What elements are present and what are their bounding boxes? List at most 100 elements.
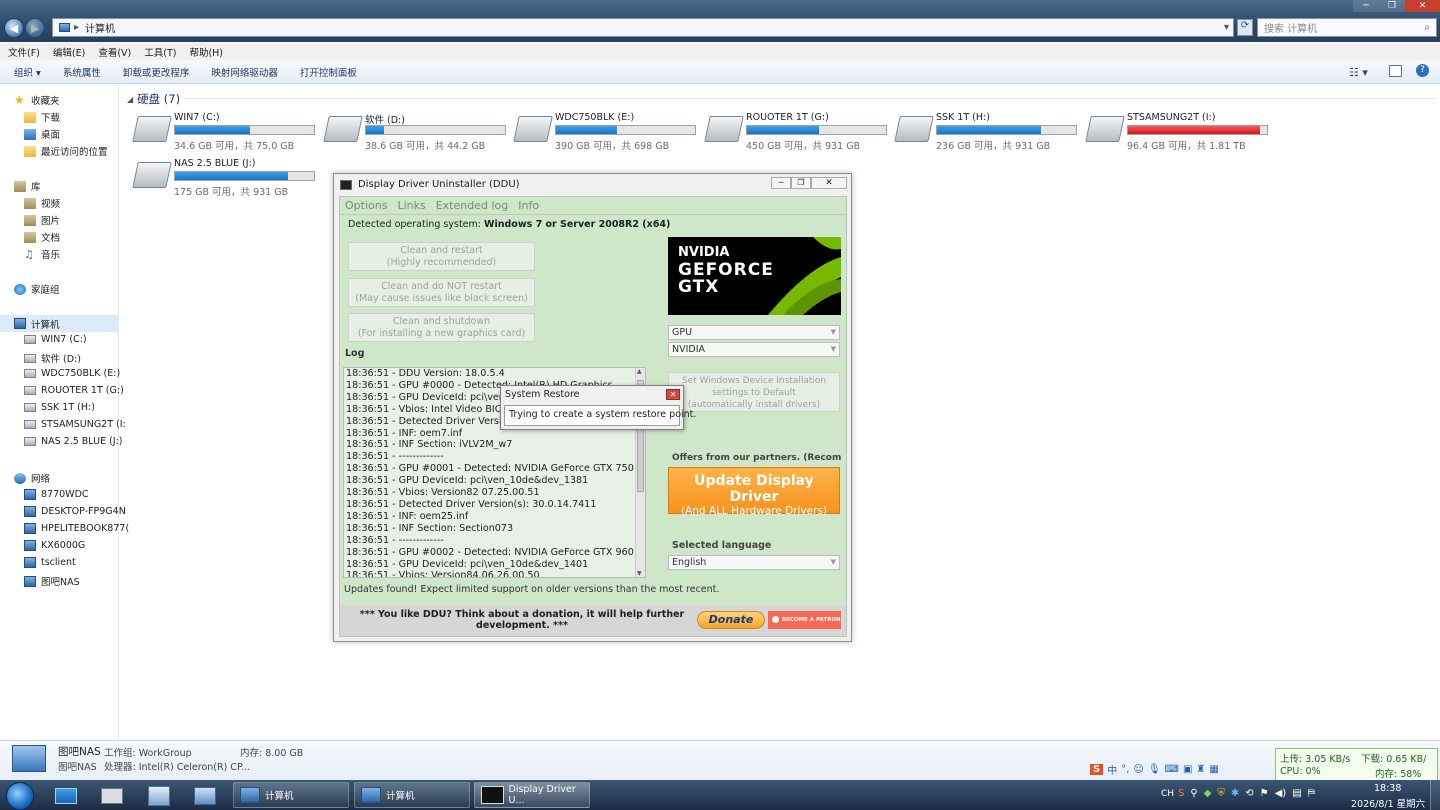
ime-toolbar[interactable]: S 中 °, ☺ 🎙 ⌨ ▣ ♜ ▦ — [1090, 762, 1219, 777]
view-options-icon[interactable]: ☷ ▾ — [1349, 66, 1368, 79]
close-button[interactable]: ✕ — [1405, 0, 1440, 12]
minimize-button[interactable]: ─ — [1353, 0, 1379, 12]
bluetooth-icon[interactable]: ✱ — [1231, 788, 1239, 799]
shield-icon[interactable]: ⛨ — [1217, 788, 1225, 799]
update-icon[interactable]: ⟲ — [1245, 788, 1253, 799]
sidebar-drive-i[interactable]: STSAMSUNG2T (I: — [24, 419, 143, 430]
update-display-driver-button[interactable]: Update Display Driver (And ALL Hardware … — [668, 467, 840, 517]
menu-view[interactable]: 查看(V) — [98, 45, 131, 59]
taskbar-pc-icon[interactable] — [148, 786, 170, 806]
open-control-panel-button[interactable]: 打开控制面板 — [300, 65, 357, 79]
taskbar-window-computer-2[interactable]: 计算机 — [354, 782, 470, 808]
sidebar-item-desktop[interactable]: 桌面 — [24, 127, 143, 141]
ddu-close-button[interactable]: ✕ — [811, 177, 847, 189]
sidebar-item-videos[interactable]: 视频 — [24, 196, 143, 210]
scroll-up-icon[interactable]: ▲ — [637, 368, 642, 375]
sidebar-drive-d[interactable]: 软件 (D:) — [24, 351, 143, 365]
system-properties-button[interactable]: 系统属性 — [63, 65, 101, 79]
ddu-minimize-button[interactable]: ─ — [771, 177, 791, 189]
log-line: 18:36:51 - GPU DeviceId: pci\ven_10de&de… — [346, 475, 589, 487]
group-header-hard-drives[interactable]: ◢ 硬盘 (7) — [127, 91, 180, 107]
ime-indicator[interactable]: CH — [1161, 789, 1174, 799]
menu-edit[interactable]: 编辑(E) — [53, 45, 85, 59]
show-desktop-icon[interactable] — [55, 788, 77, 804]
sidebar-item-downloads[interactable]: 下载 — [24, 110, 143, 124]
sidebar-network[interactable]: 网络 — [14, 471, 133, 485]
preview-pane-icon[interactable] — [1389, 65, 1402, 77]
clock-time[interactable]: 18:38 — [1374, 783, 1401, 794]
start-button[interactable] — [6, 782, 34, 810]
ddu-menu-options[interactable]: Options — [345, 199, 387, 212]
sidebar-item-documents[interactable]: 文档 — [24, 230, 143, 244]
ddu-menu-extended-log[interactable]: Extended log — [436, 199, 509, 212]
volume-icon[interactable]: ◀) — [1275, 788, 1287, 799]
usb-icon[interactable]: ⚲ — [1190, 788, 1197, 799]
sidebar-item-pictures[interactable]: 图片 — [24, 213, 143, 227]
address-dropdown-icon[interactable]: ▾ — [1224, 22, 1229, 33]
sidebar-homegroup[interactable]: 家庭组 — [14, 282, 133, 296]
address-bar[interactable]: ▸ 计算机 ▾ — [52, 18, 1234, 37]
scroll-down-icon[interactable]: ▼ — [637, 570, 642, 577]
sidebar-item-recent[interactable]: 最近访问的位置 — [24, 144, 143, 158]
sidebar-item-music[interactable]: ♫ 音乐 — [24, 247, 143, 262]
network-tray-icon[interactable]: ▤ — [1292, 788, 1301, 799]
menu-tools[interactable]: 工具(T) — [144, 45, 176, 59]
flag-icon[interactable]: ⚑ — [1260, 788, 1269, 799]
clock-date[interactable]: 2026/8/1 星期六 — [1351, 796, 1425, 810]
sidebar-favorites[interactable]: ★ 收藏夹 — [14, 93, 133, 108]
refresh-button[interactable]: ⟳ — [1237, 19, 1253, 36]
ddu-maximize-button[interactable]: ❐ — [791, 177, 811, 189]
clean-no-restart-button[interactable]: Clean and do NOT restart (May cause issue… — [348, 278, 535, 307]
drive-tile[interactable]: STSAMSUNG2T (I:) 96.4 GB 可用，共 1.81 TB — [1085, 112, 1273, 152]
sidebar-drive-e[interactable]: WDC750BLK (E:) — [24, 368, 143, 379]
address-text: 计算机 — [85, 24, 116, 35]
sidebar-net-item[interactable]: tsclient — [24, 557, 143, 568]
menu-file[interactable]: 文件(F) — [8, 45, 40, 59]
ddu-menu-links[interactable]: Links — [397, 199, 425, 212]
taskbar-window-computer-1[interactable]: 计算机 — [233, 782, 349, 808]
set-device-installation-default-button[interactable]: Set Windows Device Installation settings … — [668, 372, 840, 412]
show-desktop-button[interactable] — [1430, 780, 1440, 810]
forward-button[interactable]: ▶ — [25, 18, 45, 38]
drive-tile[interactable]: ROUOTER 1T (G:) 450 GB 可用，共 931 GB — [704, 112, 892, 152]
taskbar-window-ddu[interactable]: Display Driver U... — [474, 782, 590, 808]
ddu-menu-info[interactable]: Info — [518, 199, 539, 212]
sidebar-net-item[interactable]: HPELITEBOOK877( — [24, 523, 143, 534]
sidebar-drive-h[interactable]: SSK 1T (H:) — [24, 402, 143, 413]
sidebar-drive-j[interactable]: NAS 2.5 BLUE (J:) — [24, 436, 143, 447]
sidebar-net-item[interactable]: DESKTOP-FP9G4N — [24, 506, 143, 517]
clean-and-restart-button[interactable]: Clean and restart (Highly recommended) — [348, 242, 535, 271]
dialog-close-button[interactable]: ✕ — [666, 389, 680, 400]
drive-tile[interactable]: WDC750BLK (E:) 390 GB 可用，共 698 GB — [513, 112, 701, 152]
organize-button[interactable]: 组织 ▾ — [14, 65, 41, 79]
device-type-select[interactable]: GPU ▼ — [668, 325, 840, 340]
drive-tile[interactable]: NAS 2.5 BLUE (J:) 175 GB 可用，共 931 GB — [132, 158, 320, 198]
language-select[interactable]: English ▼ — [668, 555, 840, 570]
sidebar-net-item[interactable]: 图吧NAS — [24, 574, 143, 588]
drive-tile[interactable]: SSK 1T (H:) 236 GB 可用，共 931 GB — [894, 112, 1082, 152]
taskbar-network-icon[interactable] — [194, 787, 216, 805]
sidebar-net-item[interactable]: 8770WDC — [24, 489, 143, 500]
search-input[interactable]: 搜索 计算机 ⌕ — [1257, 18, 1437, 37]
menu-help[interactable]: 帮助(H) — [189, 45, 223, 59]
vendor-select[interactable]: NVIDIA ▼ — [668, 342, 840, 357]
drive-tile[interactable]: 软件 (D:) 38.6 GB 可用，共 44.2 GB — [323, 112, 511, 152]
become-patron-button[interactable]: BECOME A PATRON — [768, 611, 841, 629]
action-center-icon[interactable]: ⛿ — [1308, 788, 1315, 799]
sidebar-drive-g[interactable]: ROUOTER 1T (G:) — [24, 385, 143, 396]
security-icon[interactable]: ◆ — [1204, 788, 1212, 799]
drive-tile[interactable]: WIN7 (C:) 34.6 GB 可用，共 75.0 GB — [132, 112, 320, 152]
sidebar-net-item[interactable]: KX6000G — [24, 540, 143, 551]
map-network-drive-button[interactable]: 映射网络驱动器 — [211, 65, 278, 79]
sidebar-computer[interactable]: 计算机 — [0, 315, 119, 332]
donate-button[interactable]: Donate — [697, 611, 765, 629]
sidebar-drive-c[interactable]: WIN7 (C:) — [24, 334, 143, 345]
clean-and-shutdown-button[interactable]: Clean and shutdown (For installing a new … — [348, 313, 535, 342]
maximize-button[interactable]: ❐ — [1379, 0, 1405, 12]
back-button[interactable]: ◀ — [4, 18, 24, 38]
sidebar-libraries[interactable]: 库 — [14, 179, 133, 193]
uninstall-program-button[interactable]: 卸载或更改程序 — [123, 65, 190, 79]
sogou-tray-icon[interactable]: S — [1178, 788, 1184, 799]
taskbar-app-icon[interactable] — [101, 788, 123, 804]
help-icon[interactable]: ? — [1416, 64, 1429, 77]
